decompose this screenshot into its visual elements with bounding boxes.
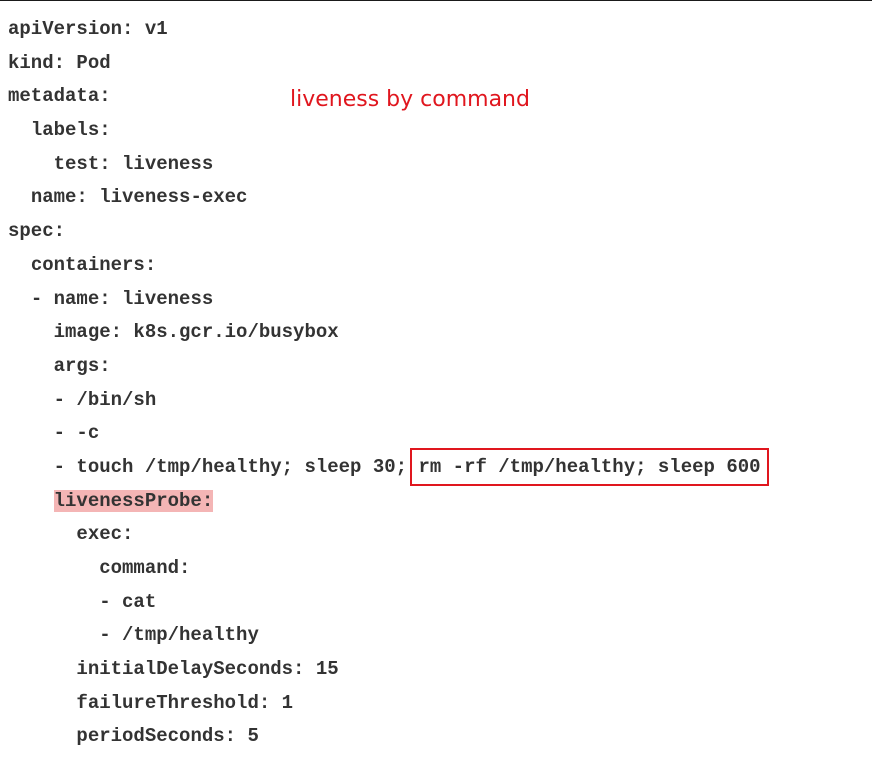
code-text: - /bin/sh (53, 388, 157, 411)
code-text: containers: (30, 253, 157, 276)
code-line: test: liveness (8, 148, 761, 182)
code-line: command: (8, 552, 761, 586)
code-line: kind: Pod (8, 47, 761, 81)
code-text: name: liveness-exec (30, 186, 248, 209)
code-line: failureThreshold: 1 (8, 687, 761, 721)
highlighted-key: livenessProbe: (53, 489, 214, 512)
code-text: failureThreshold: 1 (76, 691, 294, 714)
code-text: metadata: (8, 85, 111, 108)
code-line: apiVersion: v1 (8, 13, 761, 47)
code-line: spec: (8, 215, 761, 249)
code-line: - -c (8, 417, 761, 451)
code-line: livenessProbe: (8, 485, 761, 519)
code-text: spec: (8, 220, 66, 243)
code-line: containers: (8, 249, 761, 283)
code-line: args: (8, 350, 761, 384)
code-text: labels: (30, 119, 111, 142)
code-text: args: (53, 354, 111, 377)
code-line: image: k8s.gcr.io/busybox (8, 316, 761, 350)
code-text: - /tmp/healthy (99, 624, 259, 647)
code-text: image: k8s.gcr.io/busybox (53, 321, 339, 344)
code-line: periodSeconds: 5 (8, 720, 761, 754)
code-text: command: (99, 557, 191, 579)
yaml-viewer: apiVersion: v1 kind: Pod metadata: labels:… (0, 0, 872, 757)
code-text: apiVersion: v1 (8, 18, 168, 40)
code-line: exec: (8, 518, 761, 552)
yaml-code-block: apiVersion: v1 kind: Pod metadata: labels:… (8, 13, 769, 754)
code-text: - name: liveness (30, 287, 214, 310)
code-text: exec: (76, 523, 134, 546)
code-line: - name: liveness (8, 283, 761, 317)
code-line: - /tmp/healthy (8, 619, 761, 653)
code-line: labels: (8, 114, 761, 148)
code-line: - cat (8, 586, 761, 620)
annotation-label: liveness by command (290, 87, 530, 112)
code-line: - touch /tmp/healthy; sleep 30; rm -rf /… (8, 447, 769, 486)
code-line: initialDelaySeconds: 15 (8, 653, 761, 687)
code-text: - cat (99, 590, 157, 613)
code-text: test: liveness (53, 152, 214, 175)
boxed-command: rm -rf /tmp/healthy; sleep 600 (410, 447, 769, 486)
code-text: kind: Pod (8, 51, 111, 74)
code-line: - /bin/sh (8, 384, 761, 418)
code-text: periodSeconds: 5 (76, 725, 259, 748)
code-line: name: liveness-exec (8, 181, 761, 215)
code-text: - touch /tmp/healthy; sleep 30; (53, 455, 419, 478)
code-text: - -c (53, 422, 100, 445)
code-text: initialDelaySeconds: 15 (76, 658, 339, 681)
